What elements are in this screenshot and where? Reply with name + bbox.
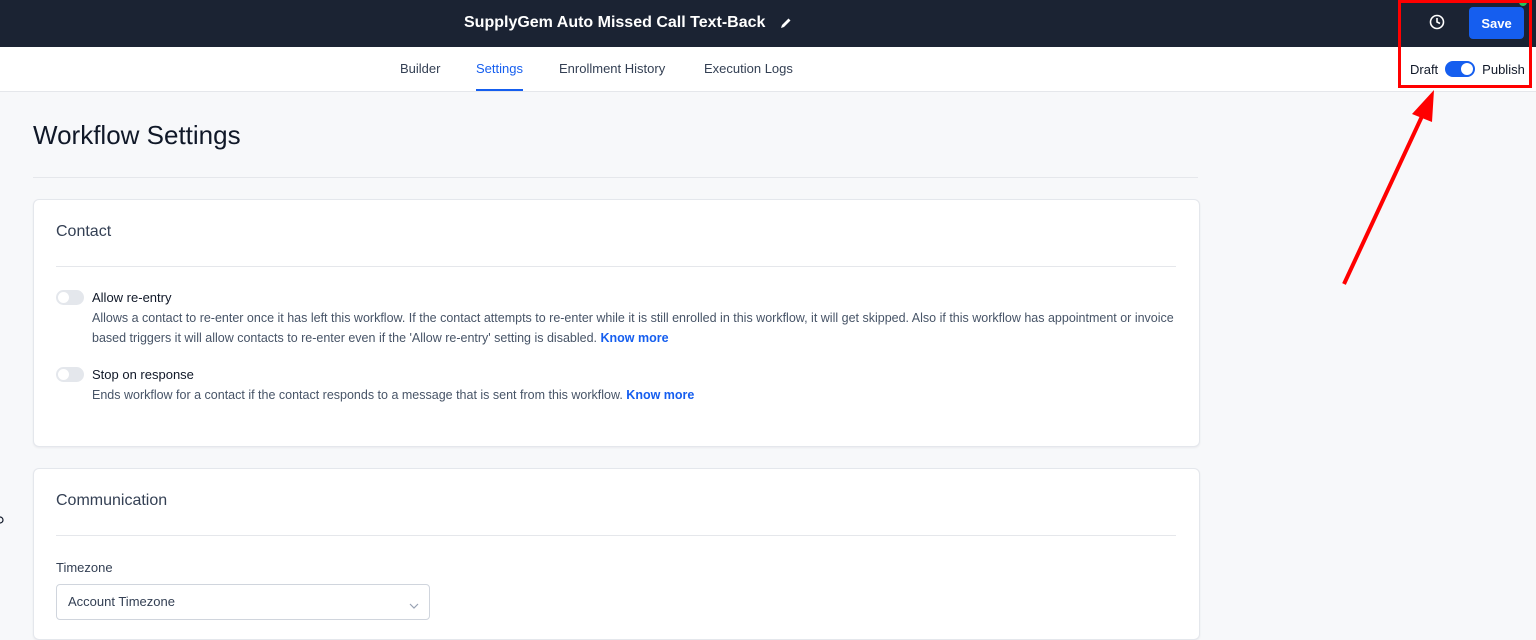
tab-builder[interactable]: Builder: [400, 47, 440, 91]
stop-on-response-know-more-link[interactable]: Know more: [626, 388, 694, 402]
stop-on-response-toggle[interactable]: [56, 367, 84, 382]
stop-on-response-label: Stop on response: [92, 367, 194, 382]
communication-card: Communication Timezone Account Timezone: [33, 468, 1200, 640]
page-title: Workflow Settings: [33, 120, 241, 150]
pencil-icon[interactable]: [779, 16, 793, 30]
stop-on-response-description-text: Ends workflow for a contact if the conta…: [92, 388, 623, 402]
divider: [33, 177, 1198, 178]
annotation-arrow: [1342, 90, 1434, 285]
tab-bar: Builder Settings Enrollment History Exec…: [0, 47, 1536, 92]
divider: [56, 266, 1176, 267]
timezone-label: Timezone: [56, 560, 113, 575]
allow-reentry-label: Allow re-entry: [92, 290, 172, 305]
chevron-down-icon: [409, 597, 419, 609]
annotation-highlight-box: [1398, 0, 1532, 88]
stop-on-response-description: Ends workflow for a contact if the conta…: [92, 385, 1177, 405]
contact-card: Contact Allow re-entry Allows a contact …: [33, 199, 1200, 447]
allow-reentry-know-more-link[interactable]: Know more: [601, 331, 669, 345]
timezone-value: Account Timezone: [68, 594, 175, 609]
workflow-title[interactable]: SupplyGem Auto Missed Call Text-Back: [464, 14, 765, 32]
tab-enrollment-history[interactable]: Enrollment History: [559, 47, 665, 91]
allow-reentry-toggle[interactable]: [56, 290, 84, 305]
communication-card-title: Communication: [56, 492, 168, 509]
divider: [56, 535, 1176, 536]
tab-settings[interactable]: Settings: [476, 47, 523, 91]
top-bar: SupplyGem Auto Missed Call Text-Back Sav…: [0, 0, 1536, 47]
tab-execution-logs[interactable]: Execution Logs: [704, 47, 793, 91]
timezone-select[interactable]: Account Timezone: [56, 584, 430, 620]
workflow-title-area: SupplyGem Auto Missed Call Text-Back: [464, 12, 793, 34]
allow-reentry-description: Allows a contact to re-enter once it has…: [92, 308, 1177, 348]
contact-card-title: Contact: [56, 223, 112, 240]
edge-marker: [0, 515, 4, 525]
